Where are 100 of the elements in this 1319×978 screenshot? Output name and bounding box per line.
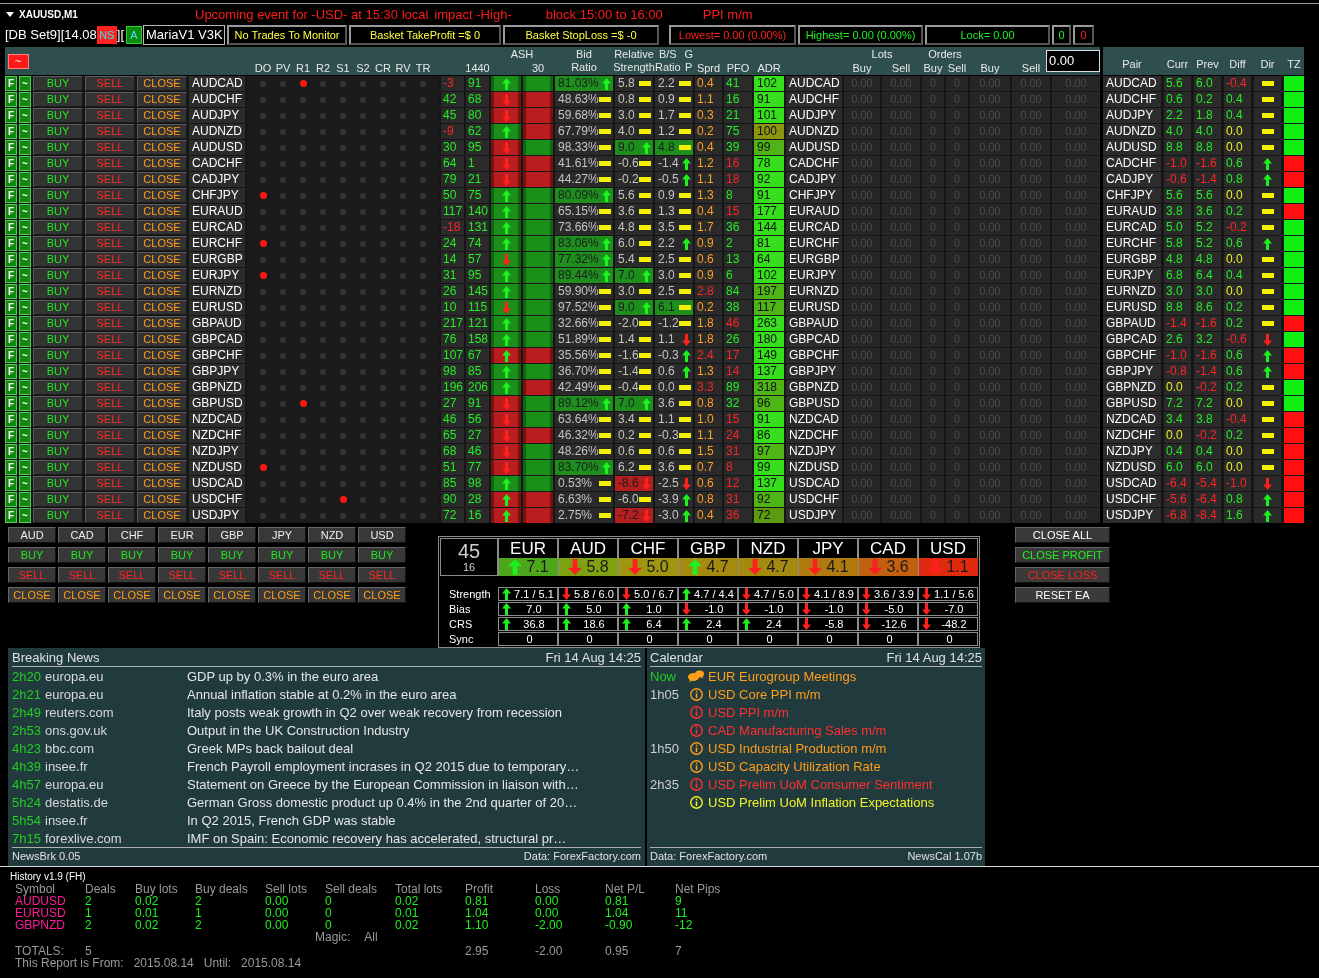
sell-button[interactable]: SELL: [108, 567, 156, 583]
f-toggle[interactable]: F: [5, 284, 17, 299]
mode-indicator[interactable]: A: [126, 26, 142, 44]
sell-button[interactable]: SELL: [258, 567, 306, 583]
f-toggle[interactable]: F: [5, 300, 17, 315]
sell-button[interactable]: SELL: [85, 316, 135, 331]
caret-icon[interactable]: [6, 11, 14, 17]
buy-button[interactable]: BUY: [33, 412, 83, 427]
tilde-toggle[interactable]: ~: [19, 156, 31, 171]
currency-button[interactable]: NZD: [308, 527, 356, 543]
currency-button[interactable]: CAD: [58, 527, 106, 543]
sell-button[interactable]: SELL: [85, 76, 135, 91]
close-button[interactable]: CLOSE: [137, 140, 187, 155]
tilde-toggle[interactable]: ~: [19, 428, 31, 443]
close-button[interactable]: CLOSE: [137, 236, 187, 251]
buy-button[interactable]: BUY: [33, 220, 83, 235]
tilde-toggle[interactable]: ~: [19, 460, 31, 475]
tilde-toggle[interactable]: ~: [19, 380, 31, 395]
tilde-toggle[interactable]: ~: [19, 204, 31, 219]
buy-button[interactable]: BUY: [33, 92, 83, 107]
sell-button[interactable]: SELL: [308, 567, 356, 583]
tilde-toggle[interactable]: ~: [19, 412, 31, 427]
buy-button[interactable]: BUY: [258, 547, 306, 563]
tilde-toggle[interactable]: ~: [19, 252, 31, 267]
tilde-toggle[interactable]: ~: [19, 396, 31, 411]
close-button[interactable]: CLOSE: [108, 587, 156, 603]
f-toggle[interactable]: F: [5, 220, 17, 235]
close-button[interactable]: CLOSE: [258, 587, 306, 603]
currency-button[interactable]: GBP: [208, 527, 256, 543]
close-button[interactable]: CLOSE: [137, 444, 187, 459]
buy-button[interactable]: BUY: [33, 108, 83, 123]
f-toggle[interactable]: F: [5, 188, 17, 203]
sell-button[interactable]: SELL: [85, 92, 135, 107]
tilde-toggle[interactable]: ~: [19, 444, 31, 459]
sell-button[interactable]: SELL: [85, 268, 135, 283]
buy-button[interactable]: BUY: [33, 156, 83, 171]
buy-button[interactable]: BUY: [33, 140, 83, 155]
f-toggle[interactable]: F: [5, 268, 17, 283]
buy-button[interactable]: BUY: [33, 492, 83, 507]
currency-button[interactable]: CHF: [108, 527, 156, 543]
buy-button[interactable]: BUY: [33, 172, 83, 187]
buy-button[interactable]: BUY: [33, 348, 83, 363]
close-button[interactable]: CLOSE: [137, 460, 187, 475]
sell-button[interactable]: SELL: [85, 492, 135, 507]
sell-button[interactable]: SELL: [85, 220, 135, 235]
sell-button[interactable]: SELL: [85, 412, 135, 427]
sell-button[interactable]: SELL: [85, 508, 135, 523]
f-toggle[interactable]: F: [5, 204, 17, 219]
buy-button[interactable]: BUY: [33, 188, 83, 203]
sell-button[interactable]: SELL: [85, 204, 135, 219]
tilde-toggle[interactable]: ~: [19, 108, 31, 123]
f-toggle[interactable]: F: [5, 492, 17, 507]
tilde-toggle[interactable]: ~: [19, 348, 31, 363]
sell-button[interactable]: SELL: [85, 156, 135, 171]
action-button[interactable]: CLOSE LOSS: [1015, 567, 1110, 583]
tilde-toggle[interactable]: ~: [19, 284, 31, 299]
buy-button[interactable]: BUY: [33, 332, 83, 347]
ns-indicator[interactable]: NS: [96, 26, 117, 44]
currency-button[interactable]: AUD: [8, 527, 56, 543]
buy-button[interactable]: BUY: [33, 236, 83, 251]
f-toggle[interactable]: F: [5, 236, 17, 251]
buy-button[interactable]: BUY: [33, 300, 83, 315]
tilde-toggle[interactable]: ~: [19, 268, 31, 283]
f-toggle[interactable]: F: [5, 428, 17, 443]
sell-button[interactable]: SELL: [208, 567, 256, 583]
close-button[interactable]: CLOSE: [308, 587, 356, 603]
buy-button[interactable]: BUY: [108, 547, 156, 563]
close-button[interactable]: CLOSE: [137, 188, 187, 203]
sell-button[interactable]: SELL: [85, 140, 135, 155]
sell-button[interactable]: SELL: [85, 300, 135, 315]
close-button[interactable]: CLOSE: [137, 348, 187, 363]
buy-button[interactable]: BUY: [33, 124, 83, 139]
close-button[interactable]: CLOSE: [137, 300, 187, 315]
sell-button[interactable]: SELL: [85, 124, 135, 139]
f-toggle[interactable]: F: [5, 108, 17, 123]
sell-button[interactable]: SELL: [85, 236, 135, 251]
buy-button[interactable]: BUY: [208, 547, 256, 563]
tilde-toggle[interactable]: ~: [19, 332, 31, 347]
f-toggle[interactable]: F: [5, 92, 17, 107]
sell-button[interactable]: SELL: [158, 567, 206, 583]
tilde-toggle[interactable]: ~: [19, 140, 31, 155]
close-button[interactable]: CLOSE: [137, 252, 187, 267]
f-toggle[interactable]: F: [5, 380, 17, 395]
tilde-toggle[interactable]: ~: [19, 492, 31, 507]
close-button[interactable]: CLOSE: [137, 92, 187, 107]
sell-button[interactable]: SELL: [85, 284, 135, 299]
action-button[interactable]: CLOSE ALL: [1015, 527, 1110, 543]
f-toggle[interactable]: F: [5, 140, 17, 155]
buy-button[interactable]: BUY: [8, 547, 56, 563]
close-button[interactable]: CLOSE: [137, 332, 187, 347]
f-toggle[interactable]: F: [5, 508, 17, 523]
close-button[interactable]: CLOSE: [8, 587, 56, 603]
sell-button[interactable]: SELL: [85, 396, 135, 411]
buy-button[interactable]: BUY: [33, 508, 83, 523]
sell-button[interactable]: SELL: [85, 172, 135, 187]
buy-button[interactable]: BUY: [33, 364, 83, 379]
buy-button[interactable]: BUY: [33, 396, 83, 411]
action-button[interactable]: RESET EA: [1015, 587, 1110, 603]
f-toggle[interactable]: F: [5, 444, 17, 459]
sell-button[interactable]: SELL: [85, 428, 135, 443]
